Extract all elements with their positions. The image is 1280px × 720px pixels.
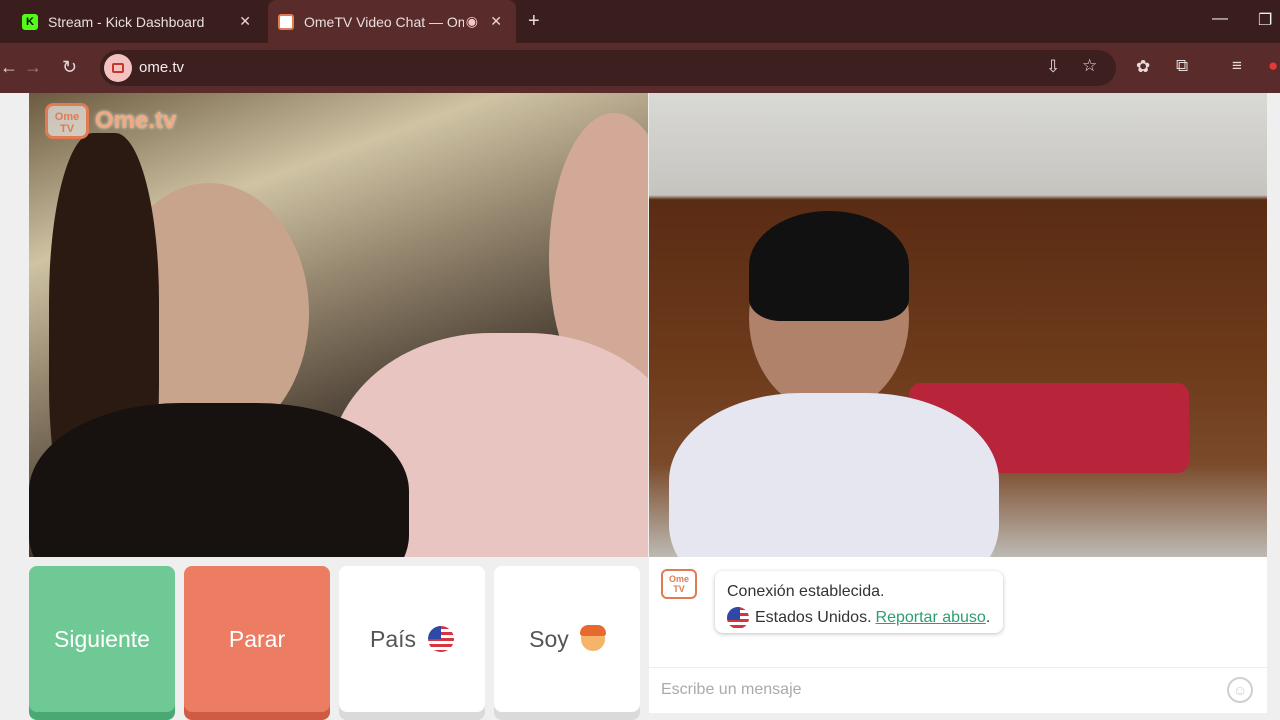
new-tab-button[interactable]: + (528, 10, 540, 33)
tab-title: OmeTV Video Chat — Ome (304, 13, 464, 30)
profile-avatar[interactable]: ● (1268, 56, 1278, 76)
tab-title: Stream - Kick Dashboard (48, 13, 205, 30)
gender-button[interactable]: Soy (494, 566, 640, 712)
system-message: Conexión establecida. Estados Unidos. Re… (715, 571, 1003, 633)
connection-status: Conexión establecida. (727, 583, 885, 600)
reload-icon[interactable]: ↻ (62, 57, 77, 78)
ometv-page: Ome TV Ome.tv Siguiente Parar País Soy O… (0, 93, 1280, 720)
close-icon[interactable]: ✕ (490, 13, 502, 30)
ometv-logo-icon: Ome TV (45, 103, 89, 139)
close-icon[interactable]: ✕ (239, 13, 251, 30)
country-filter-button[interactable]: País (339, 566, 485, 712)
emoji-icon[interactable]: ☺ (1227, 677, 1253, 703)
country-button-label: País (369, 625, 417, 652)
next-button[interactable]: Siguiente (29, 566, 175, 712)
back-icon[interactable]: ← (0, 57, 18, 78)
ometv-chat-icon: Ome TV (661, 569, 697, 599)
report-abuse-link[interactable]: Reportar abuso (876, 605, 986, 631)
bookmark-star-icon[interactable]: ☆ (1082, 56, 1097, 76)
report-suffix: . (985, 609, 991, 626)
kick-icon: K (22, 13, 38, 30)
us-flag-icon (428, 626, 455, 652)
message-input[interactable] (661, 676, 1201, 704)
partner-country-row: Estados Unidos. Reportar abuso . (727, 605, 991, 631)
site-camera-icon[interactable] (104, 54, 132, 82)
extension-icon[interactable]: ✿ (1136, 57, 1150, 77)
argentina-shirt (669, 393, 999, 557)
chat-panel: Ome TV Conexión establecida. Estados Uni… (649, 557, 1267, 713)
boy-face-icon (579, 625, 606, 651)
recording-icon: ◉ (465, 13, 478, 29)
remote-video (649, 93, 1267, 557)
ometv-logo-text: Ome.tv (95, 107, 177, 134)
tab-kick-dashboard[interactable]: K Stream - Kick Dashboard ✕ (10, 0, 265, 43)
ometv-logo: Ome TV Ome.tv (45, 103, 176, 139)
browser-tab-bar: K Stream - Kick Dashboard ✕ OmeTV Video … (0, 0, 1280, 43)
tab-ometv[interactable]: OmeTV Video Chat — Ome ◉ ✕ (268, 0, 516, 43)
local-video: Ome TV Ome.tv (29, 93, 648, 557)
gender-button-label: Soy (529, 625, 569, 652)
stop-button[interactable]: Parar (184, 566, 330, 712)
partner-country: Estados Unidos. (755, 609, 872, 626)
message-input-bar: ☺ (649, 667, 1267, 713)
address-bar[interactable]: ome.tv ⇩ ☆ (100, 50, 1116, 86)
headphones-hair (749, 211, 909, 321)
maximize-icon[interactable]: ❐ (1258, 10, 1272, 30)
ometv-icon (278, 13, 294, 30)
extensions-puzzle-icon[interactable]: ⧉ (1176, 56, 1188, 76)
media-control-icon[interactable]: ≡ (1232, 56, 1242, 76)
browser-toolbar: ← → ↻ ome.tv ⇩ ☆ ✿ ⧉ ≡ ● (0, 43, 1280, 93)
minimize-icon[interactable]: — (1212, 10, 1228, 28)
install-app-icon[interactable]: ⇩ (1046, 57, 1060, 77)
dark-sweater (29, 403, 409, 557)
url-text: ome.tv (139, 59, 185, 76)
forward-icon[interactable]: → (24, 57, 42, 78)
us-flag-icon (727, 607, 749, 629)
